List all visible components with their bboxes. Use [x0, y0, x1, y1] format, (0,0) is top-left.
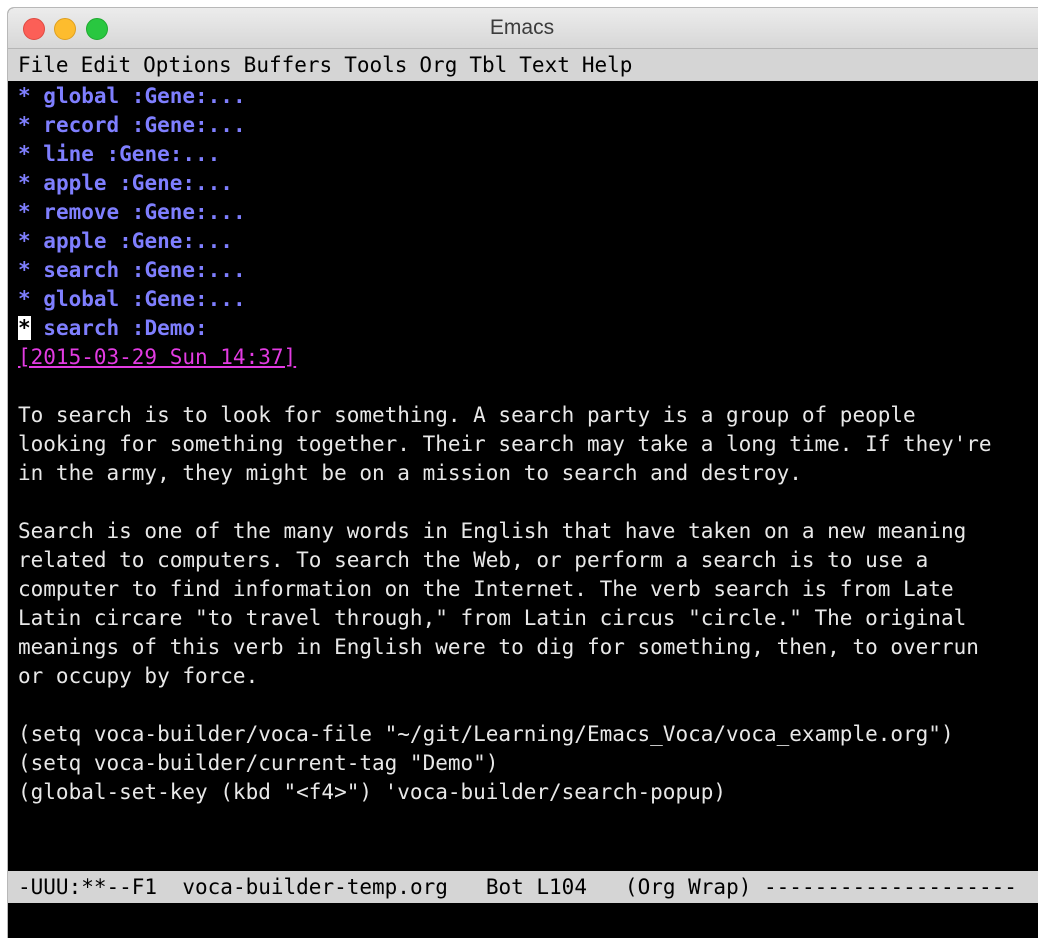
- menu-tools[interactable]: Tools: [344, 53, 407, 77]
- modeline-buffer-name: voca-builder-temp.org: [182, 875, 448, 899]
- body-text-line: meanings of this verb in English were to…: [18, 635, 979, 659]
- heading-text: record :Gene:...: [30, 113, 246, 137]
- heading-text: global :Gene:...: [30, 84, 246, 108]
- body-text-line: computer to find information on the Inte…: [18, 577, 954, 601]
- body-text-line: related to computers. To search the Web,…: [18, 548, 929, 572]
- body-text-line: looking for something together. Their se…: [18, 432, 992, 456]
- menu-edit[interactable]: Edit: [81, 53, 132, 77]
- code-line: (global-set-key (kbd "<f4>") 'voca-build…: [18, 780, 727, 804]
- heading-star: *: [18, 229, 31, 253]
- modeline-modes: (Org Wrap): [624, 875, 752, 899]
- body-text-line: To search is to look for something. A se…: [18, 403, 916, 427]
- heading-star: *: [18, 84, 31, 108]
- body-text-line: Latin circare "to travel through," from …: [18, 606, 967, 630]
- org-heading[interactable]: * apple :Gene:...: [18, 227, 233, 256]
- menu-buffers[interactable]: Buffers: [244, 53, 333, 77]
- heading-star: *: [18, 200, 31, 224]
- org-heading[interactable]: * global :Gene:...: [18, 82, 246, 111]
- menu-text[interactable]: Text: [519, 53, 570, 77]
- body-text-line: Search is one of the many words in Engli…: [18, 519, 967, 543]
- body-text-line: or occupy by force.: [18, 664, 259, 688]
- title-bar[interactable]: Emacs: [8, 8, 1038, 49]
- code-line: (setq voca-builder/current-tag "Demo"): [18, 751, 499, 775]
- mode-line[interactable]: -UUU:**--F1 voca-builder-temp.org Bot L1…: [8, 871, 1038, 903]
- modeline-fill: --------------------: [764, 875, 1017, 899]
- code-line: (setq voca-builder/voca-file "~/git/Lear…: [18, 722, 954, 746]
- body-text-line: in the army, they might be on a mission …: [18, 461, 802, 485]
- heading-text: remove :Gene:...: [30, 200, 246, 224]
- org-timestamp[interactable]: [2015-03-29 Sun 14:37]: [18, 343, 296, 372]
- heading-text: line :Gene:...: [30, 142, 221, 166]
- org-heading[interactable]: * apple :Gene:...: [18, 169, 233, 198]
- org-heading[interactable]: * global :Gene:...: [18, 285, 246, 314]
- heading-star: *: [18, 113, 31, 137]
- heading-star: *: [18, 258, 31, 282]
- editor-buffer[interactable]: * global :Gene:... * record :Gene:... * …: [8, 82, 1038, 938]
- org-heading[interactable]: * line :Gene:...: [18, 140, 220, 169]
- heading-star: *: [18, 171, 31, 195]
- menu-tbl[interactable]: Tbl: [469, 53, 507, 77]
- heading-text: search :Demo:: [30, 316, 208, 340]
- org-heading[interactable]: * record :Gene:...: [18, 111, 246, 140]
- menu-bar: File Edit Options Buffers Tools Org Tbl Text Hel…: [8, 49, 1038, 81]
- window-title: Emacs: [489, 16, 555, 39]
- org-heading-current[interactable]: * search :Demo:: [18, 314, 208, 343]
- modeline-status: -UUU:**--F1: [18, 875, 158, 899]
- heading-star: *: [18, 287, 31, 311]
- menu-help[interactable]: Help: [582, 53, 633, 77]
- org-heading[interactable]: * remove :Gene:...: [18, 198, 246, 227]
- menu-org[interactable]: Org: [419, 53, 457, 77]
- heading-text: search :Gene:...: [30, 258, 246, 282]
- text-cursor: *: [18, 316, 31, 340]
- heading-star: *: [18, 142, 31, 166]
- modeline-position: Bot L104: [485, 875, 587, 899]
- org-heading[interactable]: * search :Gene:...: [18, 256, 246, 285]
- emacs-window: Emacs File Edit Options Buffers Tools Org Tbl T…: [8, 8, 1038, 938]
- heading-text: apple :Gene:...: [30, 171, 233, 195]
- heading-text: apple :Gene:...: [30, 229, 233, 253]
- menu-file[interactable]: File: [18, 53, 69, 77]
- menu-options[interactable]: Options: [143, 53, 232, 77]
- heading-text: global :Gene:...: [30, 287, 246, 311]
